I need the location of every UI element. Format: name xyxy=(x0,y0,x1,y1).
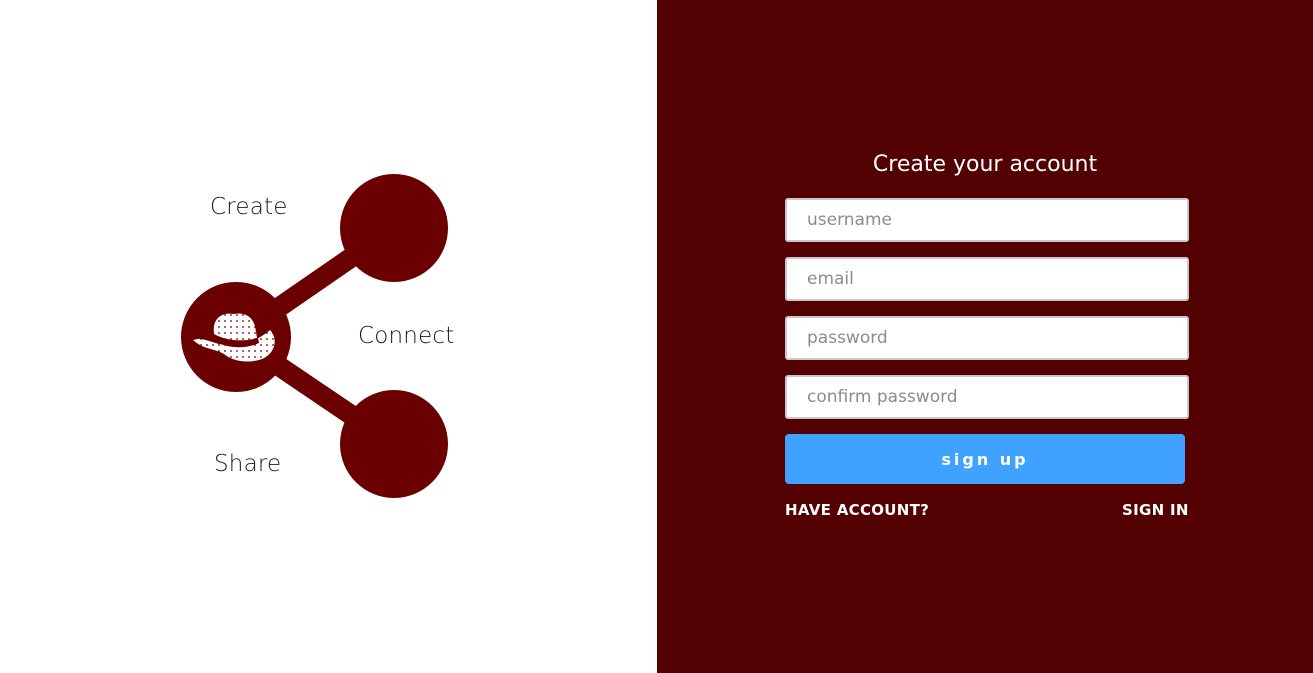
brand-panel: Create Connect Share xyxy=(0,0,657,673)
username-input[interactable] xyxy=(785,198,1189,242)
share-logo xyxy=(181,174,448,498)
logo-node-top xyxy=(340,174,448,282)
brand-word-share: Share xyxy=(214,451,282,477)
confirm-password-input[interactable] xyxy=(785,375,1189,419)
email-input[interactable] xyxy=(785,257,1189,301)
sign-in-link[interactable]: SIGN IN xyxy=(1122,501,1189,519)
form-title: Create your account xyxy=(872,152,1098,177)
brand-word-connect: Connect xyxy=(358,323,455,349)
logo-node-bottom xyxy=(340,390,448,498)
sign-up-button[interactable]: sign up xyxy=(785,434,1185,484)
brand-word-create: Create xyxy=(210,194,288,220)
have-account-link[interactable]: HAVE ACCOUNT? xyxy=(785,501,929,519)
password-input[interactable] xyxy=(785,316,1189,360)
